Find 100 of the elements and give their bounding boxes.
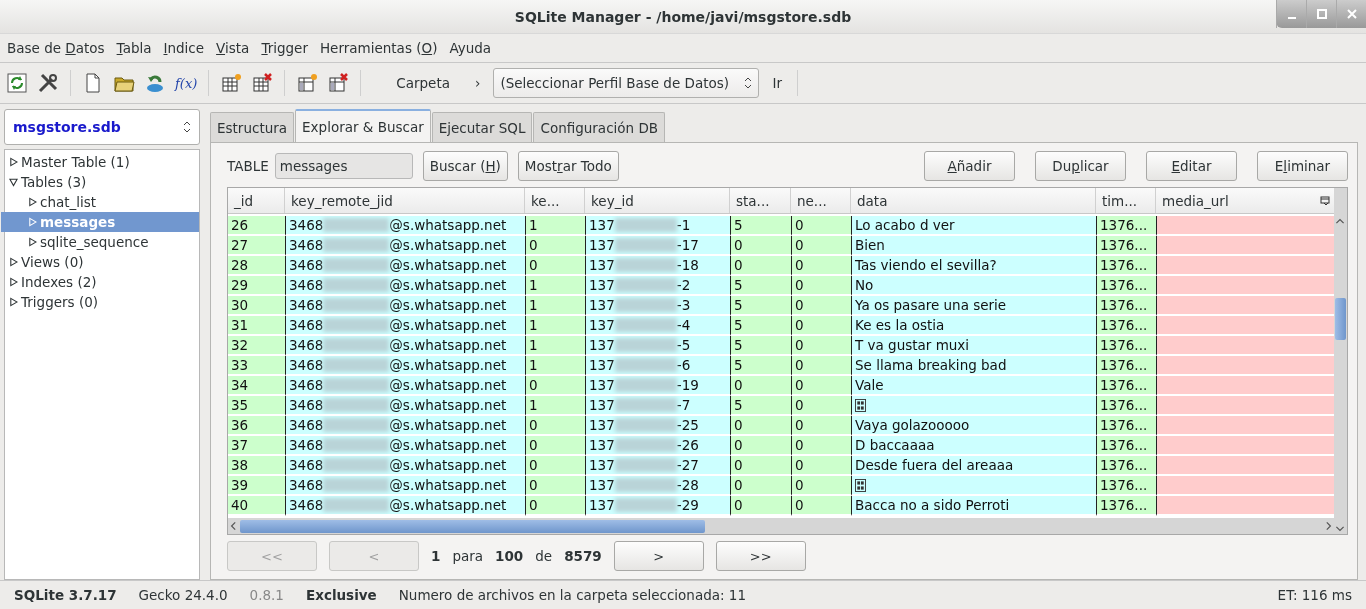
menu-item[interactable]: Trigger (261, 40, 308, 56)
column-header[interactable]: media_url (1156, 188, 1334, 213)
column-header[interactable]: key_id (585, 188, 730, 213)
collapsed-arrow-icon[interactable] (9, 157, 18, 167)
table-cell: 137 -7 (585, 396, 730, 416)
table-cell: 0 (730, 456, 791, 476)
table-cell: 3468 @s.whatsapp.net (285, 336, 525, 356)
table-cell: 28 (228, 256, 285, 276)
tab[interactable]: Estructura (210, 112, 295, 142)
table-cell: 1376... (1096, 356, 1156, 376)
action-button[interactable]: Añadir (924, 151, 1015, 181)
menu-item[interactable]: Indice (163, 40, 205, 56)
table-cell: 34 (228, 376, 285, 396)
database-select[interactable]: msgstore.sdb (4, 109, 200, 145)
table-cell: 1376... (1096, 276, 1156, 296)
blurred-text (614, 318, 677, 332)
action-button[interactable]: Buscar (H) (422, 151, 508, 181)
table-cell: 0 (791, 416, 851, 436)
function-button[interactable]: f(x) (175, 75, 198, 91)
blurred-text (614, 238, 677, 252)
blurred-text (614, 398, 677, 412)
action-button[interactable]: Mostrar Todo (517, 151, 619, 181)
table-cell: 0 (730, 496, 791, 516)
add-index-icon[interactable] (296, 72, 319, 94)
menu-item[interactable]: Herramientas (O) (319, 40, 438, 56)
horizontal-scrollbar[interactable] (228, 518, 1334, 534)
missing-glyph-icon (855, 398, 866, 412)
updown-icon (183, 121, 191, 133)
chevron-button[interactable]: › (471, 75, 485, 91)
table-cell: 38 (228, 456, 285, 476)
blurred-text (323, 498, 390, 512)
column-header[interactable]: data (851, 188, 1096, 213)
action-button[interactable]: Eliminar (1257, 151, 1348, 181)
blurred-text (614, 438, 677, 452)
tree-item[interactable]: chat_list (1, 192, 199, 212)
go-button[interactable]: Ir (768, 75, 786, 91)
column-header[interactable]: ke... (525, 188, 585, 213)
expanded-arrow-icon[interactable] (9, 177, 18, 187)
tree-item[interactable]: Indexes (2) (5, 272, 199, 292)
table-cell: 1376... (1096, 256, 1156, 276)
menu-item[interactable]: Base de Datos (7, 40, 105, 56)
elapsed-time: ET: 116 ms (1277, 587, 1352, 603)
refresh-icon[interactable] (6, 72, 28, 94)
tree-item[interactable]: Views (0) (5, 252, 199, 272)
table-name-field[interactable]: messages (274, 153, 413, 179)
table-cell: 31 (228, 316, 285, 336)
blurred-text (323, 298, 390, 312)
table-cell: Vaya golazooooo (851, 416, 1096, 436)
tree-item[interactable]: Tables (3) (5, 172, 199, 192)
table-cell: 0 (791, 216, 851, 236)
table-cell: 5 (730, 276, 791, 296)
table-cell: 0 (791, 356, 851, 376)
column-header[interactable]: key_remote_jid (285, 188, 525, 213)
table-cell: 30 (228, 296, 285, 316)
delete-table-icon[interactable] (251, 72, 274, 94)
menu-item[interactable]: Vista (216, 40, 250, 56)
tree-item[interactable]: sqlite_sequence (1, 232, 199, 252)
page-start: 1 (431, 548, 441, 564)
missing-glyph-icon (855, 478, 866, 492)
menu-item[interactable]: Ayuda (449, 40, 492, 56)
table-cell: 0 (791, 476, 851, 496)
column-header[interactable]: sta... (730, 188, 791, 213)
table-cell: 27 (228, 236, 285, 256)
action-button[interactable]: Editar (1146, 151, 1237, 181)
action-button[interactable]: Duplicar (1035, 151, 1126, 181)
column-header[interactable]: ne... (791, 188, 851, 213)
tab[interactable]: Ejecutar SQL (431, 112, 533, 142)
tree-item[interactable]: Master Table (1) (5, 152, 199, 172)
profile-select[interactable]: (Seleccionar Perfil Base de Datos) (493, 68, 760, 98)
table-cell: 1 (525, 216, 585, 236)
menu-item[interactable]: Tabla (116, 40, 152, 56)
scrollbar-thumb[interactable] (240, 519, 706, 533)
add-table-icon[interactable] (220, 72, 243, 94)
maximize-icon (1315, 8, 1328, 20)
tab[interactable]: Configuración DB (533, 112, 666, 142)
column-picker-icon[interactable] (1320, 195, 1330, 206)
close-icon (1345, 8, 1358, 20)
table-cell: 3468 @s.whatsapp.net (285, 376, 525, 396)
table-cell: 3468 @s.whatsapp.net (285, 496, 525, 516)
table-cell: 3468 @s.whatsapp.net (285, 316, 525, 336)
last-page-button[interactable]: >> (715, 541, 806, 571)
column-header[interactable]: tim... (1096, 188, 1156, 213)
window-title: SQLite Manager - /home/javi/msgstore.sdb (514, 8, 852, 25)
folder-label[interactable]: Carpeta (392, 75, 454, 91)
next-page-button[interactable]: > (613, 541, 704, 571)
blurred-text (614, 458, 677, 472)
table-cell: 0 (791, 376, 851, 396)
tab[interactable]: Explorar & Buscar (295, 109, 431, 142)
scrollbar-thumb[interactable] (1335, 298, 1346, 340)
blurred-text (323, 258, 390, 272)
table-cell: 137 -17 (585, 236, 730, 256)
tree-item[interactable]: Triggers (0) (5, 292, 199, 312)
status-text: Numero de archivos en la carpeta seleccionada: 11 (398, 587, 747, 603)
vertical-scrollbar[interactable] (1334, 188, 1347, 534)
table-cell: 32 (228, 336, 285, 356)
table-cell: 5 (730, 216, 791, 236)
database-arrow-icon[interactable] (144, 72, 166, 94)
tools-icon[interactable] (37, 72, 59, 94)
delete-index-icon[interactable] (327, 72, 350, 94)
column-header[interactable]: _id (228, 188, 285, 213)
